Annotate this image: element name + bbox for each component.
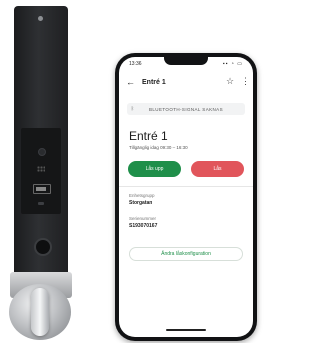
status-bar: 13:36 ▪▪ ◔ ▭ [119, 57, 253, 69]
keyhole-icon [34, 238, 52, 256]
app-screen: 13:36 ▪▪ ◔ ▭ ← Entré 1 ☆ ⋮ ᛒ BLUETOOTH-S… [119, 57, 253, 337]
device-group-value: Storgatan [129, 200, 153, 206]
speaker-grille-icon [37, 166, 45, 172]
bluetooth-off-icon: ᛒ [131, 106, 135, 112]
lock-knob-handle [31, 288, 49, 336]
phone-frame: 13:36 ▪▪ ◔ ▭ ← Entré 1 ☆ ⋮ ᛒ BLUETOOTH-S… [115, 53, 257, 341]
battery-icon [33, 184, 51, 194]
change-lock-config-button[interactable]: Ändra låskonfiguration [129, 247, 243, 261]
serial-number-label: Serienummer [129, 216, 157, 221]
serial-number-value: S193070167 [129, 223, 158, 229]
led-indicator-icon [38, 148, 46, 156]
divider [119, 186, 253, 187]
door-schedule: Tillgänglig idag 09:30 – 16:30 [129, 145, 188, 150]
favorite-star-icon[interactable]: ☆ [226, 76, 234, 86]
status-time: 13:36 [129, 61, 142, 67]
door-name: Entré 1 [129, 129, 168, 143]
bluetooth-status-text: BLUETOOTH-SIGNAL SAKNAS [149, 106, 223, 112]
lock-button[interactable]: Lås [191, 161, 244, 177]
home-indicator[interactable] [166, 329, 206, 331]
bluetooth-status-chip: ᛒ BLUETOOTH-SIGNAL SAKNAS [127, 103, 245, 115]
device-group-label: Enhetsgrupp [129, 193, 155, 198]
smart-lock-device [14, 6, 68, 288]
app-bar: ← Entré 1 ☆ ⋮ [119, 73, 253, 93]
status-icons: ▪▪ ◔ ▭ [222, 61, 243, 67]
app-bar-title: Entré 1 [142, 79, 166, 86]
lock-control-panel [21, 128, 61, 214]
back-arrow-icon[interactable]: ← [126, 77, 135, 87]
more-menu-icon[interactable]: ⋮ [241, 76, 250, 86]
unlock-button[interactable]: Lås upp [128, 161, 181, 177]
usb-port-icon [38, 202, 44, 205]
screw-icon [38, 16, 43, 21]
